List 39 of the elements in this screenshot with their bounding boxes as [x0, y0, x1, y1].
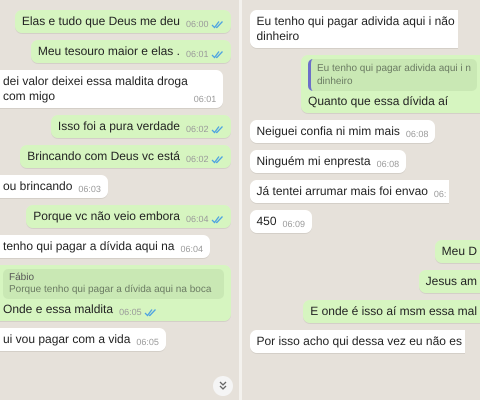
message-text: Porque vc não veio embora — [33, 209, 180, 224]
message-time: 06:08 — [406, 129, 428, 139]
message-text: Ninguém mi enpresta — [256, 154, 371, 169]
message-text: Neiguei confia ni mim mais — [256, 124, 400, 139]
quote-text: Eu tenho qui pagar adivida aqui i n dinheiro — [316, 62, 471, 88]
double-chevron-down-icon — [218, 381, 228, 391]
message-text: dei valor deixei essa maldita droga com migo — [3, 74, 188, 104]
message-text: Meu D — [442, 244, 477, 259]
message-text: Meu tesouro maior e elas . — [38, 44, 180, 59]
message-text: Onde e essa maldita — [3, 302, 114, 317]
message-time: 06:09 — [282, 219, 306, 229]
message-time: 06:02 — [186, 124, 208, 134]
message-text: Quanto que essa dívida aí — [308, 94, 448, 109]
message-time: 06:04 — [180, 244, 203, 254]
message-text: Brincando com Deus vc está — [27, 149, 180, 164]
message-text: 450 — [256, 214, 277, 229]
message-time: 06:01 — [194, 94, 216, 104]
message-time: 06:03 — [78, 184, 101, 194]
message-text: Elas e tudo que Deus me deu — [22, 14, 180, 29]
message-time: 06:05 — [136, 337, 159, 347]
message-text: tenho qui pagar a dívida aqui na — [3, 239, 174, 254]
message-time: 06:04 — [186, 214, 208, 224]
message-time: 06: — [434, 189, 446, 199]
message-text: Eu tenho qui pagar adivida aqui i não dinheiro — [256, 14, 455, 44]
message-text: Isso foi a pura verdade — [58, 119, 180, 134]
quote-text: Porque tenho qui pagar a dívida aqui na boca — [9, 283, 212, 296]
message-time: 06:05 — [119, 307, 142, 317]
message-text: ui vou pagar com a vida — [3, 332, 130, 347]
message-time: 06:00 — [186, 19, 208, 29]
message-text: Jesus am — [426, 274, 477, 289]
message-time: 06:02 — [186, 154, 208, 164]
message-time: 06:01 — [186, 49, 208, 59]
message-text: Por isso acho qui dessa vez eu não es — [256, 334, 462, 349]
message-text: Já tentei arrumar mais foi envao — [256, 184, 428, 199]
scroll-down-button[interactable] — [212, 376, 232, 396]
message-time: 06:08 — [376, 159, 400, 169]
quote-author: Fábio — [9, 272, 36, 283]
message-text: ou brincando — [3, 179, 72, 194]
message-text: E onde é isso aí msm essa mal — [310, 304, 477, 319]
